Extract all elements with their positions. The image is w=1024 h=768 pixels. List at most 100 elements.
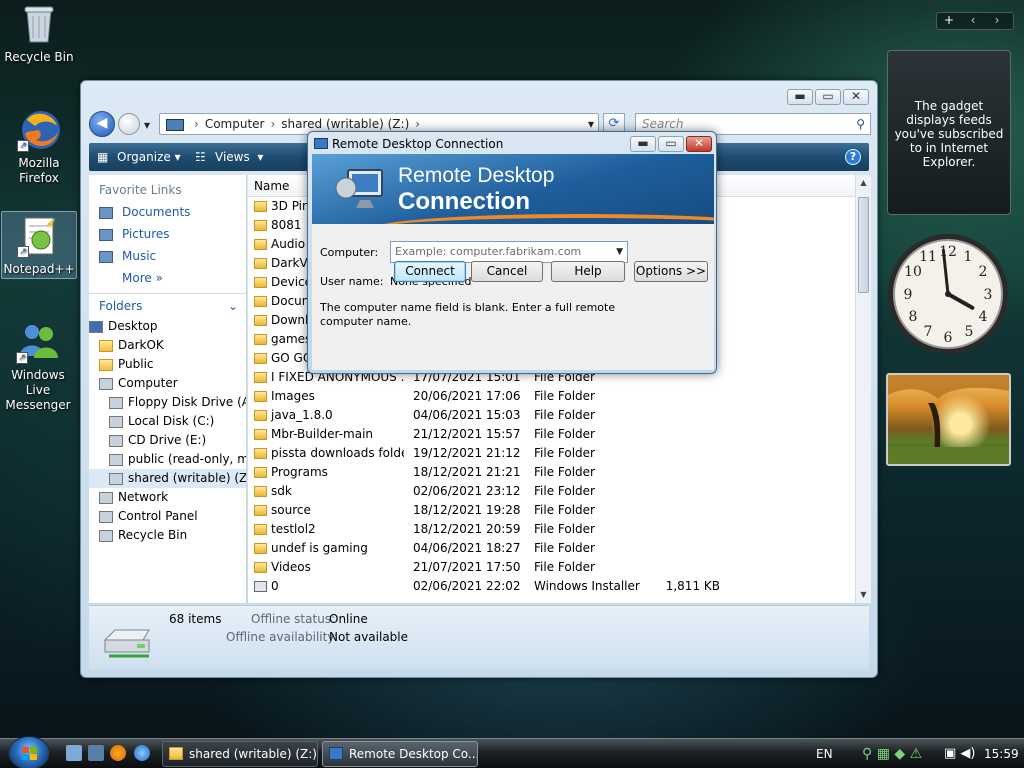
favorite-link-more[interactable]: More » bbox=[89, 267, 246, 289]
scrollbar-thumb[interactable] bbox=[858, 197, 869, 293]
sidebar-gadget-controls[interactable]: + ‹ › bbox=[936, 12, 1014, 30]
file-date: 02/06/2021 22:02 bbox=[413, 579, 521, 593]
search-icon[interactable]: ⚲ bbox=[856, 114, 865, 134]
offline-status-value: Online bbox=[329, 612, 368, 626]
file-row[interactable]: testlol2 18/12/2021 20:59 File Folder bbox=[248, 520, 871, 539]
chevron-right-icon[interactable]: › bbox=[415, 117, 420, 131]
file-row[interactable]: undef is gaming 04/06/2021 18:27 File Fold… bbox=[248, 539, 871, 558]
file-date: 18/12/2021 20:59 bbox=[413, 522, 521, 536]
tray-icons[interactable]: ⚲ ▦ ◆ ⚠ bbox=[862, 739, 922, 768]
breadcrumb-computer[interactable]: Computer bbox=[205, 117, 265, 131]
favorite-link-music[interactable]: Music bbox=[89, 245, 246, 267]
back-button[interactable]: ◀ bbox=[89, 111, 115, 137]
file-row[interactable]: Videos 21/07/2021 17:50 File Folder bbox=[248, 558, 871, 577]
file-date: 20/06/2021 17:06 bbox=[413, 389, 521, 403]
tree-item[interactable]: Control Panel bbox=[89, 507, 246, 526]
file-type: File Folder bbox=[534, 389, 595, 403]
favorite-link-documents[interactable]: Documents bbox=[89, 201, 246, 223]
switch-windows-icon[interactable] bbox=[88, 745, 104, 761]
remote-desktop-dialog[interactable]: Remote Desktop Connection ▬ ▭ ✕ Remote D… bbox=[307, 131, 717, 374]
tree-item-icon bbox=[89, 320, 103, 333]
file-type: File Folder bbox=[534, 427, 595, 441]
tree-item[interactable]: Public bbox=[89, 355, 246, 374]
clock-gadget[interactable]: 12 1 2 345 678 9 10 11 bbox=[884, 230, 1012, 358]
firefox-quicklaunch-icon[interactable] bbox=[110, 745, 126, 761]
folders-header[interactable]: Folders ⌄ bbox=[89, 293, 246, 317]
favorite-links-header: Favorite Links bbox=[99, 183, 182, 197]
maximize-button[interactable]: ▭ bbox=[658, 136, 684, 152]
tree-item[interactable]: public (read-only, mu bbox=[89, 450, 246, 469]
next-gadget-button[interactable]: › bbox=[985, 13, 1009, 27]
slideshow-gadget[interactable] bbox=[886, 373, 1011, 466]
scroll-down-icon[interactable]: ▼ bbox=[856, 587, 871, 603]
remote-desktop-icon bbox=[329, 747, 343, 760]
tree-item[interactable]: CD Drive (E:) bbox=[89, 431, 246, 450]
tree-item-icon bbox=[99, 377, 113, 390]
start-button[interactable] bbox=[8, 736, 50, 768]
desktop-icon-recycle-bin[interactable]: Recycle Bin bbox=[1, 2, 77, 65]
forward-button[interactable] bbox=[118, 113, 140, 135]
recycle-bin-icon bbox=[17, 2, 61, 46]
cancel-button[interactable]: Cancel bbox=[471, 261, 543, 282]
previous-gadget-button[interactable]: ‹ bbox=[961, 13, 985, 27]
tree-item[interactable]: Floppy Disk Drive (A:) bbox=[89, 393, 246, 412]
add-gadget-button[interactable]: + bbox=[937, 13, 961, 27]
organize-button[interactable]: Organize ▾ bbox=[117, 143, 181, 171]
file-name: java_1.8.0 bbox=[254, 406, 404, 425]
internet-explorer-icon[interactable] bbox=[134, 745, 150, 761]
tree-item[interactable]: DarkOK bbox=[89, 336, 246, 355]
shortcut-arrow-icon: ↗ bbox=[16, 352, 28, 364]
clock-time[interactable]: 15:59 bbox=[984, 739, 1019, 768]
desktop-icon-notepad-plus-plus[interactable]: ↗ Notepad++ bbox=[1, 211, 77, 279]
file-row[interactable]: 0 02/06/2021 22:02 Windows Installer ... 1,… bbox=[248, 577, 871, 596]
minimize-button[interactable]: ▬ bbox=[630, 136, 656, 152]
tree-item[interactable]: Computer bbox=[89, 374, 246, 393]
language-indicator[interactable]: EN bbox=[816, 739, 833, 768]
remote-desktop-icon bbox=[314, 138, 328, 149]
folder-icon bbox=[254, 220, 267, 231]
computer-label: Computer: bbox=[320, 246, 379, 259]
minimize-button[interactable]: ▬ bbox=[787, 89, 813, 105]
views-button[interactable]: Views ▾ bbox=[215, 143, 263, 171]
breadcrumb-shared-drive[interactable]: shared (writable) (Z:) bbox=[281, 117, 409, 131]
help-icon[interactable]: ? bbox=[845, 149, 861, 165]
file-row[interactable]: Mbr-Builder-main 21/12/2021 15:57 File Fol… bbox=[248, 425, 871, 444]
recent-pages-dropdown[interactable]: ▾ bbox=[144, 118, 150, 132]
help-button[interactable]: Help bbox=[551, 261, 625, 282]
file-name: Mbr-Builder-main bbox=[254, 425, 404, 444]
connect-button[interactable]: Connect bbox=[394, 261, 466, 282]
tree-item[interactable]: shared (writable) (Z:) bbox=[89, 469, 246, 488]
file-row[interactable]: Programs 18/12/2021 21:21 File Folder bbox=[248, 463, 871, 482]
tree-item[interactable]: Recycle Bin bbox=[89, 526, 246, 545]
file-row[interactable]: source 18/12/2021 19:28 File Folder bbox=[248, 501, 871, 520]
tree-item[interactable]: Network bbox=[89, 488, 246, 507]
scroll-up-icon[interactable]: ▲ bbox=[856, 175, 871, 191]
chevron-right-icon[interactable]: › bbox=[270, 117, 275, 131]
column-header-name[interactable]: Name bbox=[254, 175, 289, 197]
maximize-button[interactable]: ▭ bbox=[815, 89, 841, 105]
file-row[interactable]: pissta downloads folder 19/12/2021 21:12 F… bbox=[248, 444, 871, 463]
file-row[interactable]: java_1.8.0 04/06/2021 15:03 File Folder bbox=[248, 406, 871, 425]
file-type: File Folder bbox=[534, 408, 595, 422]
tree-item[interactable]: Local Disk (C:) bbox=[89, 412, 246, 431]
feed-headlines-gadget[interactable]: The gadget displays feeds you've subscri… bbox=[887, 50, 1011, 215]
show-desktop-icon[interactable] bbox=[66, 745, 82, 761]
file-row[interactable]: Images 20/06/2021 17:06 File Folder bbox=[248, 387, 871, 406]
favorite-link-pictures[interactable]: Pictures bbox=[89, 223, 246, 245]
tree-item-icon bbox=[109, 472, 123, 485]
computer-name-combobox[interactable]: Example: computer.fabrikam.com ▼ bbox=[390, 241, 628, 263]
taskbar-button-remote-desktop[interactable]: Remote Desktop Co... bbox=[322, 741, 478, 767]
tree-item-icon bbox=[109, 434, 123, 447]
tree-item[interactable]: Desktop bbox=[89, 317, 246, 336]
network-volume-icons[interactable]: ▣ ◀) bbox=[944, 739, 975, 768]
folder-icon bbox=[254, 429, 267, 440]
vertical-scrollbar[interactable]: ▲ ▼ bbox=[855, 175, 871, 603]
close-button[interactable]: ✕ bbox=[686, 136, 712, 152]
chevron-down-icon[interactable]: ▼ bbox=[616, 242, 623, 262]
desktop-icon-firefox[interactable]: ↗ Mozilla Firefox bbox=[1, 108, 77, 186]
file-row[interactable]: sdk 02/06/2021 23:12 File Folder bbox=[248, 482, 871, 501]
desktop-icon-windows-live-messenger[interactable]: ↗ Windows Live Messenger bbox=[0, 320, 76, 413]
options-button[interactable]: Options >> bbox=[634, 261, 708, 282]
taskbar-button-explorer[interactable]: shared (writable) (Z:) bbox=[162, 741, 318, 767]
close-button[interactable]: ✕ bbox=[843, 89, 869, 105]
